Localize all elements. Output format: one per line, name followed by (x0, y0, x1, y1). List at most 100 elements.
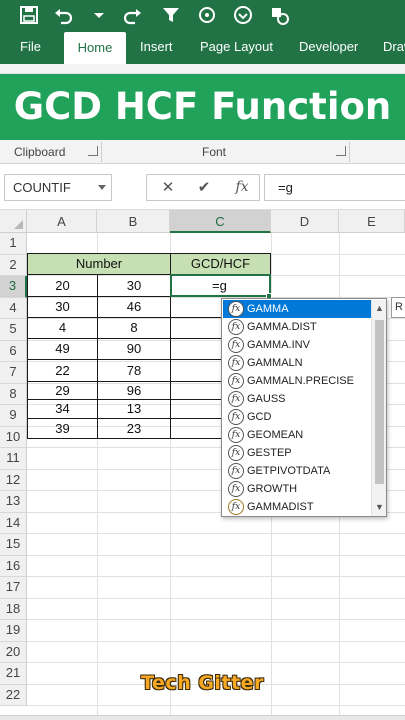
function-icon: fx (228, 481, 244, 497)
row-header-6[interactable]: 6 (0, 340, 27, 362)
autocomplete-item[interactable]: fx GAMMALN (223, 354, 371, 372)
row-header-13[interactable]: 13 (0, 491, 27, 513)
autocomplete-item-label: GAMMALN (247, 357, 303, 369)
autocomplete-item[interactable]: fx GROWTH (223, 480, 371, 498)
row-header-11[interactable]: 11 (0, 448, 27, 470)
gridline (27, 619, 405, 620)
table-cell-a[interactable]: 20 (27, 274, 98, 297)
function-autocomplete-list[interactable]: fx GAMMA fx GAMMA.DIST fx GAMMA.INV fx GAMMALN f… (221, 298, 387, 517)
autocomplete-item[interactable]: fx GETPIVOTDATA (223, 462, 371, 480)
tab-file[interactable]: File (20, 30, 41, 64)
row-header-7[interactable]: 7 (0, 362, 27, 384)
table-cell-b[interactable]: 13 (97, 399, 171, 419)
formula-bar: COUNTIF ✕ ✔ fx =g (0, 164, 405, 210)
tab-home[interactable]: Home (64, 32, 126, 64)
table-cell-b[interactable]: 96 (97, 381, 171, 400)
filter-icon[interactable] (160, 4, 182, 26)
tab-developer[interactable]: Developer (299, 30, 358, 64)
tab-draw[interactable]: Draw (383, 30, 405, 64)
table-cell-a[interactable]: 39 (27, 418, 98, 439)
autocomplete-item[interactable]: fx GAMMADIST (223, 498, 371, 516)
autocomplete-item[interactable]: fx GAMMA.INV (223, 336, 371, 354)
gridline (27, 597, 405, 599)
gridline (27, 640, 405, 642)
table-cell-a[interactable]: 29 (27, 381, 98, 400)
gcd-header-cell[interactable]: GCD/HCF (170, 253, 271, 275)
row-header-2[interactable]: 2 (0, 254, 27, 276)
row-header-10[interactable]: 10 (0, 426, 27, 448)
tab-page-layout[interactable]: Page Layout (200, 30, 273, 64)
clipboard-launcher-icon[interactable] (88, 146, 98, 156)
column-header-c[interactable]: C (170, 210, 271, 233)
autocomplete-item[interactable]: fx GCD (223, 408, 371, 426)
font-launcher-icon[interactable] (336, 146, 346, 156)
autocomplete-item[interactable]: fx GEOMEAN (223, 426, 371, 444)
select-all-button[interactable] (0, 210, 27, 233)
ribbon-tabs: File Home Insert Page Layout Developer D… (0, 30, 405, 64)
row-header-14[interactable]: 14 (0, 512, 27, 534)
autocomplete-item-label: GETPIVOTDATA (247, 465, 331, 477)
shape-icon[interactable] (268, 4, 290, 26)
gridline (27, 662, 405, 663)
title-banner: GCD HCF Function (0, 74, 405, 140)
table-cell-a[interactable]: 30 (27, 296, 98, 318)
cancel-icon[interactable]: ✕ (153, 175, 183, 200)
down-circle-icon[interactable] (232, 4, 254, 26)
row-header-19[interactable]: 19 (0, 620, 27, 642)
row-header-18[interactable]: 18 (0, 598, 27, 620)
save-icon[interactable] (18, 4, 40, 26)
number-header-cell[interactable]: Number (27, 253, 171, 275)
chevron-down-icon[interactable] (98, 185, 106, 190)
row-header-4[interactable]: 4 (0, 297, 27, 319)
table-cell-b[interactable]: 46 (97, 296, 171, 318)
scrollbar-thumb[interactable] (375, 320, 384, 484)
ribbon-body (0, 64, 405, 74)
row-header-3[interactable]: 3 (0, 276, 27, 298)
table-cell-b[interactable]: 30 (97, 274, 171, 297)
tab-insert[interactable]: Insert (140, 30, 173, 64)
function-icon: fx (228, 445, 244, 461)
function-icon: fx (228, 427, 244, 443)
column-header-b[interactable]: B (97, 210, 170, 233)
row-header-1[interactable]: 1 (0, 233, 27, 255)
enter-icon[interactable]: ✔ (189, 175, 219, 200)
autocomplete-item[interactable]: fx GAUSS (223, 390, 371, 408)
table-cell-a[interactable]: 49 (27, 338, 98, 360)
banner-title: GCD HCF Function (13, 85, 392, 128)
column-header-e[interactable]: E (339, 210, 405, 233)
circle-icon[interactable] (196, 4, 218, 26)
redo-icon[interactable] (122, 4, 144, 26)
insert-function-icon[interactable]: fx (227, 175, 257, 200)
row-header-15[interactable]: 15 (0, 534, 27, 556)
dropdown-icon[interactable] (88, 4, 110, 26)
table-cell-b[interactable]: 23 (97, 418, 171, 439)
name-box[interactable]: COUNTIF (4, 174, 112, 201)
row-header-16[interactable]: 16 (0, 555, 27, 577)
scroll-down-icon[interactable]: ▼ (374, 500, 385, 514)
row-header-8[interactable]: 8 (0, 383, 27, 405)
undo-icon[interactable] (52, 4, 74, 26)
table-cell-b[interactable]: 8 (97, 317, 171, 339)
row-header-12[interactable]: 12 (0, 469, 27, 491)
autocomplete-item[interactable]: fx GESTEP (223, 444, 371, 462)
active-cell[interactable]: =g (170, 274, 271, 297)
formula-buttons: ✕ ✔ fx (146, 174, 260, 201)
table-cell-b[interactable]: 90 (97, 338, 171, 360)
scroll-up-icon[interactable]: ▲ (374, 301, 385, 315)
formula-input[interactable]: =g (264, 174, 405, 201)
autocomplete-item[interactable]: fx GAMMALN.PRECISE (223, 372, 371, 390)
row-header-5[interactable]: 5 (0, 319, 27, 341)
table-cell-b[interactable]: 78 (97, 359, 171, 382)
autocomplete-item[interactable]: fx GAMMA (223, 300, 371, 318)
autocomplete-item[interactable]: fx GAMMA.DIST (223, 318, 371, 336)
table-cell-a[interactable]: 22 (27, 359, 98, 382)
autocomplete-scrollbar[interactable]: ▲ ▼ (371, 300, 386, 516)
table-cell-a[interactable]: 34 (27, 399, 98, 419)
row-header-20[interactable]: 20 (0, 641, 27, 663)
row-header-17[interactable]: 17 (0, 577, 27, 599)
column-header-d[interactable]: D (271, 210, 339, 233)
column-header-a[interactable]: A (27, 210, 97, 233)
table-cell-a[interactable]: 4 (27, 317, 98, 339)
row-header-9[interactable]: 9 (0, 405, 27, 427)
title-bar (0, 0, 405, 30)
